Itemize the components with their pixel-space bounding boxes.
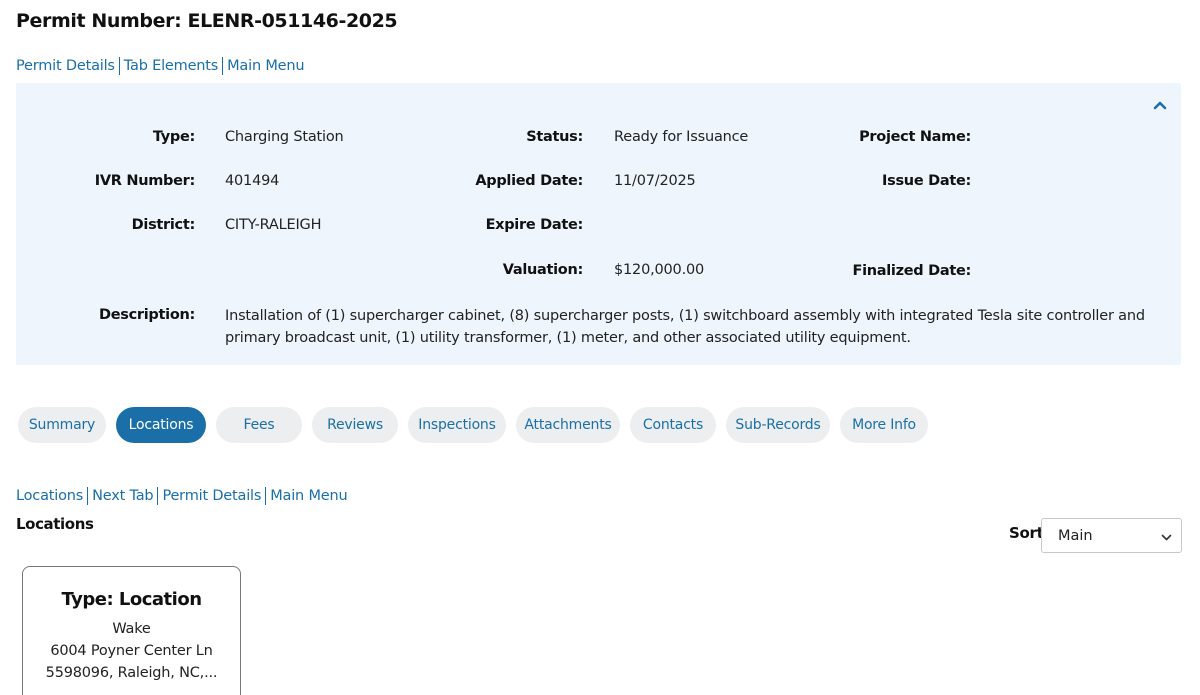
tab-sub-records[interactable]: Sub-Records (726, 407, 830, 443)
permit-details-link[interactable]: Permit Details (16, 58, 115, 74)
status-value: Ready for Issuance (614, 129, 749, 145)
permit-details-panel: Type: Charging Station IVR Number: 40149… (16, 83, 1181, 365)
tab-bar: Summary Locations Fees Reviews Inspectio… (18, 407, 928, 443)
locations-link[interactable]: Locations (16, 488, 83, 504)
sort-select[interactable]: Main (1041, 518, 1182, 553)
tab-inspections[interactable]: Inspections (408, 407, 506, 443)
tab-locations[interactable]: Locations (116, 407, 206, 443)
link-divider (157, 487, 159, 505)
tab-fees[interactable]: Fees (216, 407, 302, 443)
description-label: Description: (99, 307, 195, 323)
tab-attachments[interactable]: Attachments (516, 407, 620, 443)
link-divider (222, 57, 224, 75)
expire-date-label: Expire Date: (485, 217, 584, 233)
section-title: Locations (16, 515, 94, 533)
finalized-date-label: Finalized Date: (852, 263, 971, 279)
tab-elements-link[interactable]: Tab Elements (124, 58, 219, 74)
valuation-value: $120,000.00 (614, 262, 705, 278)
chevron-down-icon (1161, 531, 1172, 542)
applied-date-label: Applied Date: (475, 173, 583, 189)
applied-date-value: 11/07/2025 (614, 173, 696, 189)
ivr-number-label: IVR Number: (94, 173, 196, 189)
type-label: Type: (152, 129, 195, 145)
tab-reviews[interactable]: Reviews (312, 407, 398, 443)
tab-summary[interactable]: Summary (18, 407, 106, 443)
valuation-label: Valuation: (502, 262, 584, 278)
top-link-bar: Permit Details Tab Elements Main Menu (16, 57, 305, 75)
district-label: District: (131, 217, 196, 233)
link-divider (118, 57, 120, 75)
location-card-title: Type: Location (61, 589, 202, 610)
status-label: Status: (526, 129, 583, 145)
description-value: Installation of (1) supercharger cabinet… (225, 308, 1145, 346)
sort-label: Sort (1009, 524, 1044, 542)
link-divider (265, 487, 267, 505)
location-card[interactable]: Type: Location Wake 6004 Poyner Center L… (22, 566, 241, 695)
tab-contacts[interactable]: Contacts (630, 407, 716, 443)
page-title: Permit Number: ELENR-051146-2025 (16, 10, 398, 32)
location-city: 5598096, Raleigh, NC,... (45, 665, 218, 681)
location-county: Wake (112, 621, 151, 637)
sort-selected-value: Main (1058, 527, 1093, 544)
location-street: 6004 Poyner Center Ln (50, 643, 213, 659)
tab-more-info[interactable]: More Info (840, 407, 928, 443)
main-menu-link[interactable]: Main Menu (270, 488, 347, 504)
project-name-label: Project Name: (859, 129, 971, 145)
tab-link-bar: Locations Next Tab Permit Details Main M… (16, 487, 348, 505)
district-value: CITY-RALEIGH (225, 217, 322, 233)
next-tab-link[interactable]: Next Tab (92, 488, 154, 504)
type-value: Charging Station (225, 129, 344, 145)
main-menu-link[interactable]: Main Menu (227, 58, 304, 74)
permit-details-link[interactable]: Permit Details (162, 488, 261, 504)
issue-date-label: Issue Date: (882, 173, 971, 189)
ivr-number-value: 401494 (225, 173, 280, 189)
link-divider (87, 487, 89, 505)
chevron-up-icon[interactable] (1151, 97, 1169, 115)
